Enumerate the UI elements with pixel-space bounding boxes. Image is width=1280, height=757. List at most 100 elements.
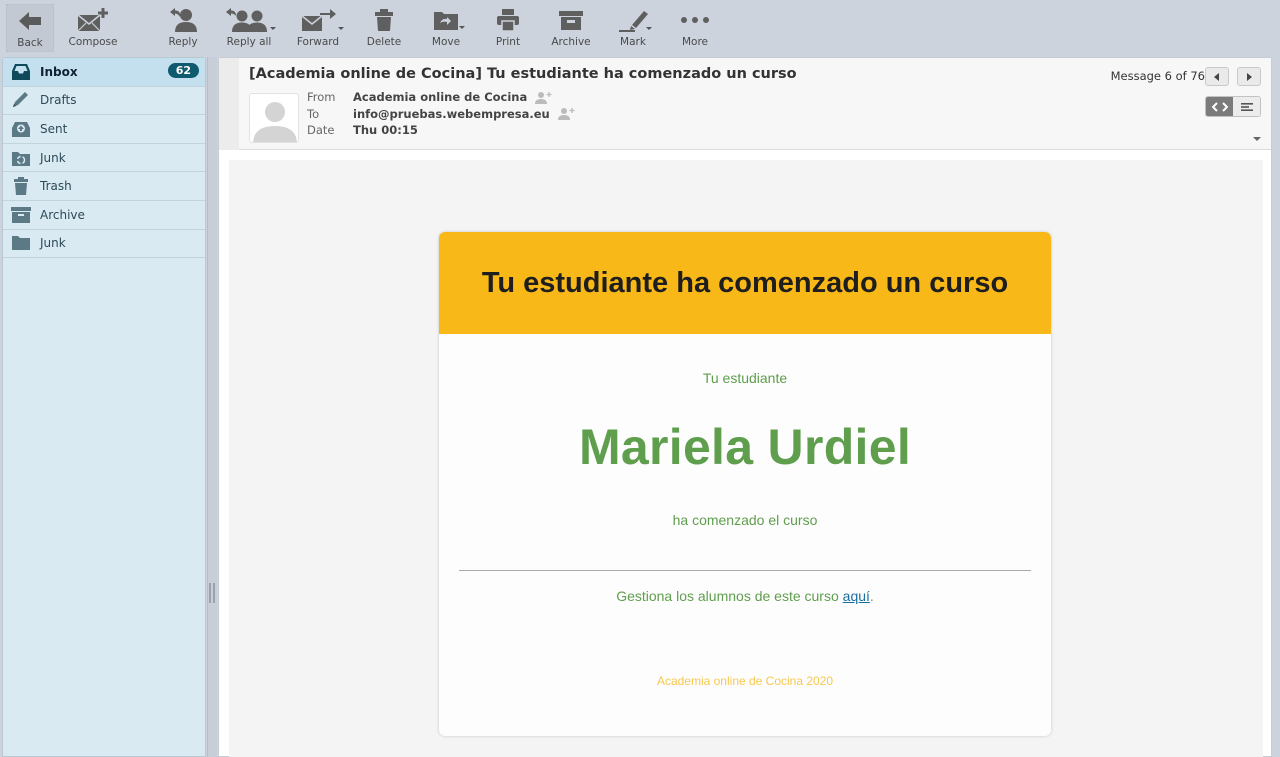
reply-all-button[interactable]: Reply all	[220, 6, 278, 52]
back-label: Back	[17, 37, 43, 49]
triangle-left-icon	[1214, 72, 1219, 81]
delete-button[interactable]: Delete	[362, 6, 406, 52]
divider	[459, 570, 1031, 571]
folder-icon	[11, 234, 31, 252]
folder-inbox[interactable]: Inbox 62	[3, 58, 205, 87]
to-label: To	[307, 106, 320, 121]
view-mode-toggle	[1205, 96, 1261, 117]
add-contact-icon[interactable]	[557, 107, 576, 121]
forward-label: Forward	[296, 36, 340, 48]
chevron-down-icon	[646, 27, 652, 30]
pane-splitter[interactable]	[207, 57, 217, 757]
next-message-button[interactable]	[1237, 67, 1261, 86]
manage-text-prefix: Gestiona los alumnos de este curso	[616, 588, 843, 604]
code-brackets-icon	[1211, 101, 1228, 112]
more-dots-icon	[680, 6, 710, 34]
archive-button[interactable]: Archive	[548, 6, 594, 52]
junk-recycle-icon	[11, 149, 31, 167]
message-body: Tu estudiante ha comenzado un curso Tu e…	[229, 160, 1263, 757]
folder-junk-2[interactable]: Junk	[3, 230, 205, 259]
folder-label: Inbox	[40, 64, 78, 79]
folder-label: Archive	[40, 207, 85, 222]
to-value[interactable]: info@pruebas.webempresa.eu	[353, 107, 550, 121]
trash-icon	[11, 177, 31, 196]
unread-count-badge: 62	[167, 63, 199, 78]
reply-button[interactable]: Reply	[160, 6, 206, 52]
sender-avatar	[249, 93, 299, 143]
message-subject: [Academia online de Cocina] Tu estudiant…	[249, 66, 797, 82]
message-view: [Academia online de Cocina] Tu estudiant…	[218, 57, 1272, 757]
folder-label: Trash	[40, 179, 72, 194]
marker-icon	[618, 6, 652, 34]
printer-icon	[496, 6, 520, 34]
reply-all-icon	[226, 6, 276, 34]
reply-all-label: Reply all	[226, 36, 272, 48]
previous-message-button[interactable]	[1205, 67, 1229, 86]
manage-link[interactable]: aquí	[843, 588, 870, 604]
folder-trash[interactable]: Trash	[3, 172, 205, 201]
print-button[interactable]: Print	[488, 6, 528, 52]
action-text: ha comenzado el curso	[672, 512, 818, 528]
email-title: Tu estudiante ha comenzado un curso	[481, 266, 1009, 299]
folder-drafts[interactable]: Drafts	[3, 87, 205, 116]
chevron-down-icon	[338, 27, 344, 30]
email-footer: Academia online de Cocina 2020	[656, 674, 834, 688]
text-lines-icon	[1240, 102, 1253, 111]
archive-label: Archive	[551, 36, 591, 48]
sent-icon	[11, 120, 31, 138]
more-label: More	[681, 36, 709, 48]
intro-text: Tu estudiante	[702, 370, 788, 386]
folder-label: Junk	[40, 236, 66, 251]
folder-label: Junk	[40, 150, 66, 165]
trash-icon	[374, 6, 394, 34]
move-folder-icon	[433, 6, 465, 34]
chevron-down-icon	[270, 27, 276, 30]
print-label: Print	[495, 36, 521, 48]
forward-button[interactable]: Forward	[294, 6, 344, 52]
from-label: From	[307, 90, 336, 105]
forward-icon	[300, 6, 344, 34]
archive-box-icon	[558, 6, 584, 34]
email-banner: Tu estudiante ha comenzado un curso	[439, 232, 1051, 334]
inbox-icon	[11, 63, 31, 81]
mark-label: Mark	[620, 36, 646, 48]
move-button[interactable]: Move	[424, 6, 468, 52]
folder-label: Drafts	[40, 93, 77, 108]
manage-text: Gestiona los alumnos de este curso aquí.	[439, 588, 1051, 604]
message-header: [Academia online de Cocina] Tu estudiant…	[219, 58, 1271, 150]
header-strip	[219, 58, 239, 150]
date-label: Date	[307, 123, 335, 138]
archive-icon	[11, 206, 31, 224]
reply-icon	[167, 6, 199, 34]
toolbar: Back Compose Reply Reply all Forward Del…	[0, 0, 1280, 56]
folder-junk[interactable]: Junk	[3, 144, 205, 173]
manage-text-suffix: .	[869, 588, 874, 604]
mark-button[interactable]: Mark	[612, 6, 654, 52]
move-label: Move	[431, 36, 461, 48]
folder-archive[interactable]: Archive	[3, 201, 205, 230]
back-button[interactable]: Back	[6, 4, 54, 52]
email-card: Tu estudiante ha comenzado un curso Tu e…	[439, 232, 1051, 736]
reply-label: Reply	[168, 36, 198, 48]
splitter-grip-icon[interactable]	[209, 583, 215, 603]
date-value: Thu 00:15	[353, 123, 418, 138]
folder-label: Sent	[40, 121, 68, 136]
delete-label: Delete	[366, 36, 402, 48]
student-name: Mariela Urdiel	[578, 419, 912, 475]
compose-label: Compose	[68, 36, 118, 48]
more-button[interactable]: More	[674, 6, 716, 52]
from-value[interactable]: Academia online de Cocina	[353, 90, 527, 104]
add-contact-icon[interactable]	[535, 91, 553, 104]
triangle-right-icon	[1247, 72, 1252, 81]
folder-sent[interactable]: Sent	[3, 115, 205, 144]
compose-icon	[76, 6, 110, 34]
pencil-icon	[11, 91, 31, 109]
message-counter: Message 6 of 76	[1110, 69, 1205, 83]
html-view-button[interactable]	[1206, 97, 1233, 116]
chevron-down-icon	[459, 26, 465, 29]
arrow-left-icon	[19, 7, 41, 35]
compose-button[interactable]: Compose	[66, 6, 120, 52]
plain-text-view-button[interactable]	[1233, 97, 1260, 116]
expand-header-caret-icon[interactable]	[1253, 137, 1261, 141]
message-meta: From Academia online de Cocina To info@p…	[307, 89, 576, 139]
